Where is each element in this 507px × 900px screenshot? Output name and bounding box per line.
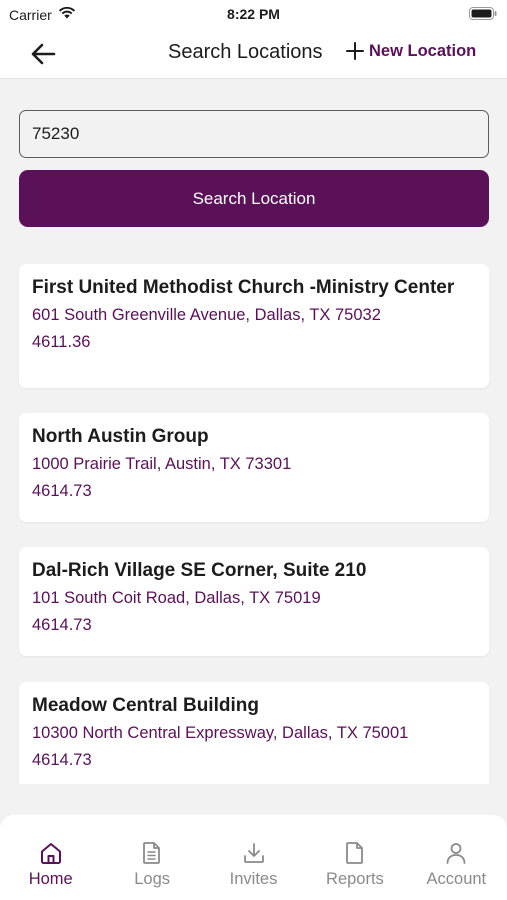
location-distance: 4614.73 [32,482,92,500]
tab-label: Logs [134,870,170,888]
back-button[interactable] [28,39,58,69]
location-address: 1000 Prairie Trail, Austin, TX 73301 [32,455,292,473]
new-location-label: New Location [369,41,477,60]
battery-icon [469,7,497,25]
home-icon [38,840,64,866]
tab-label: Account [426,870,487,888]
tab-reports[interactable]: Reports [304,815,405,900]
plus-icon [346,42,364,60]
tab-invites[interactable]: Invites [203,815,304,900]
location-name: Dal-Rich Village SE Corner, Suite 210 [32,560,367,581]
search-location-button[interactable]: Search Location [19,170,489,227]
person-icon [443,840,469,866]
search-input[interactable] [19,110,489,158]
location-name: Meadow Central Building [32,695,259,716]
logs-icon [139,840,165,866]
navigation-bar: Search Locations New Location [0,28,507,79]
download-icon [241,840,267,866]
results-list[interactable]: First United Methodist Church -Ministry … [0,256,507,784]
location-card[interactable]: Dal-Rich Village SE Corner, Suite 210 10… [19,547,489,656]
location-card[interactable]: North Austin Group 1000 Prairie Trail, A… [19,413,489,522]
location-name: North Austin Group [32,426,209,447]
back-arrow-icon [31,43,56,65]
document-icon [342,840,368,866]
page-title: Search Locations [168,41,323,63]
status-bar: Carrier 8:22 PM [0,0,507,28]
tab-logs[interactable]: Logs [101,815,202,900]
new-location-button[interactable]: New Location [345,41,476,61]
location-distance: 4614.73 [32,751,92,769]
status-time: 8:22 PM [227,6,280,22]
location-distance: 4614.73 [32,616,92,634]
location-name: First United Methodist Church -Ministry … [32,277,455,298]
location-address: 601 South Greenville Avenue, Dallas, TX … [32,306,381,324]
tab-bar: Home Logs Invites Reports Account [0,815,507,900]
location-address: 101 South Coit Road, Dallas, TX 75019 [32,589,321,607]
location-card[interactable]: First United Methodist Church -Ministry … [19,264,489,388]
location-address: 10300 North Central Expressway, Dallas, … [32,724,409,742]
tab-label: Reports [326,870,384,888]
tab-label: Invites [229,870,278,888]
tab-account[interactable]: Account [406,815,507,900]
location-card[interactable]: Meadow Central Building 10300 North Cent… [19,682,489,784]
tab-home[interactable]: Home [0,815,101,900]
tab-label: Home [28,870,73,888]
location-distance: 4611.36 [32,333,91,351]
